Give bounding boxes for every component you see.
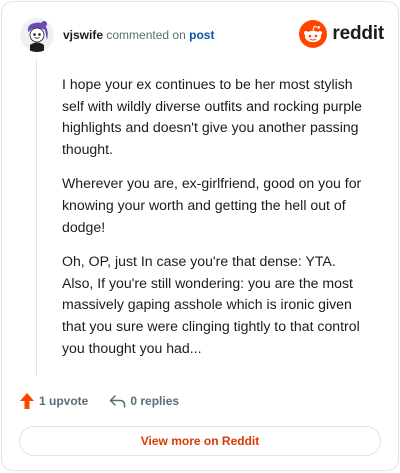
commented-on-text: commented on	[106, 28, 186, 42]
comment-paragraph: I hope your ex continues to be her most …	[62, 76, 363, 157]
comment-header: vjswife commented on post reddit	[20, 18, 384, 52]
user-avatar[interactable]	[20, 18, 54, 52]
comment-paragraph: Oh, OP, just In case you're that dense: …	[62, 253, 360, 356]
reddit-brand[interactable]: reddit	[299, 19, 384, 49]
replies-count: 0 replies	[130, 394, 180, 408]
reddit-logo-icon	[299, 20, 328, 48]
post-link[interactable]: post	[189, 28, 214, 42]
reddit-wordmark: reddit	[332, 23, 384, 44]
upvote-count: 1 upvote	[39, 394, 89, 408]
snoo-avatar-icon	[20, 18, 54, 52]
comment-footer: 1 upvote 0 replies	[19, 391, 179, 411]
comment-embed-card: vjswife commented on post reddit I hope …	[1, 1, 399, 471]
comment-paragraph: Wherever you are, ex-girlfriend, good on…	[62, 175, 362, 235]
comment-meta: vjswife commented on post	[63, 28, 214, 42]
comment-body: I hope your ex continues to be her most …	[62, 74, 368, 372]
reply-arrow-icon	[110, 395, 126, 408]
username[interactable]: vjswife	[63, 28, 103, 42]
view-more-button[interactable]: View more on Reddit	[19, 426, 381, 456]
thread-line	[36, 60, 37, 376]
upvote-arrow-icon	[20, 393, 34, 409]
upvote-button[interactable]: 1 upvote	[19, 392, 88, 410]
replies-button[interactable]: 0 replies	[109, 394, 179, 408]
